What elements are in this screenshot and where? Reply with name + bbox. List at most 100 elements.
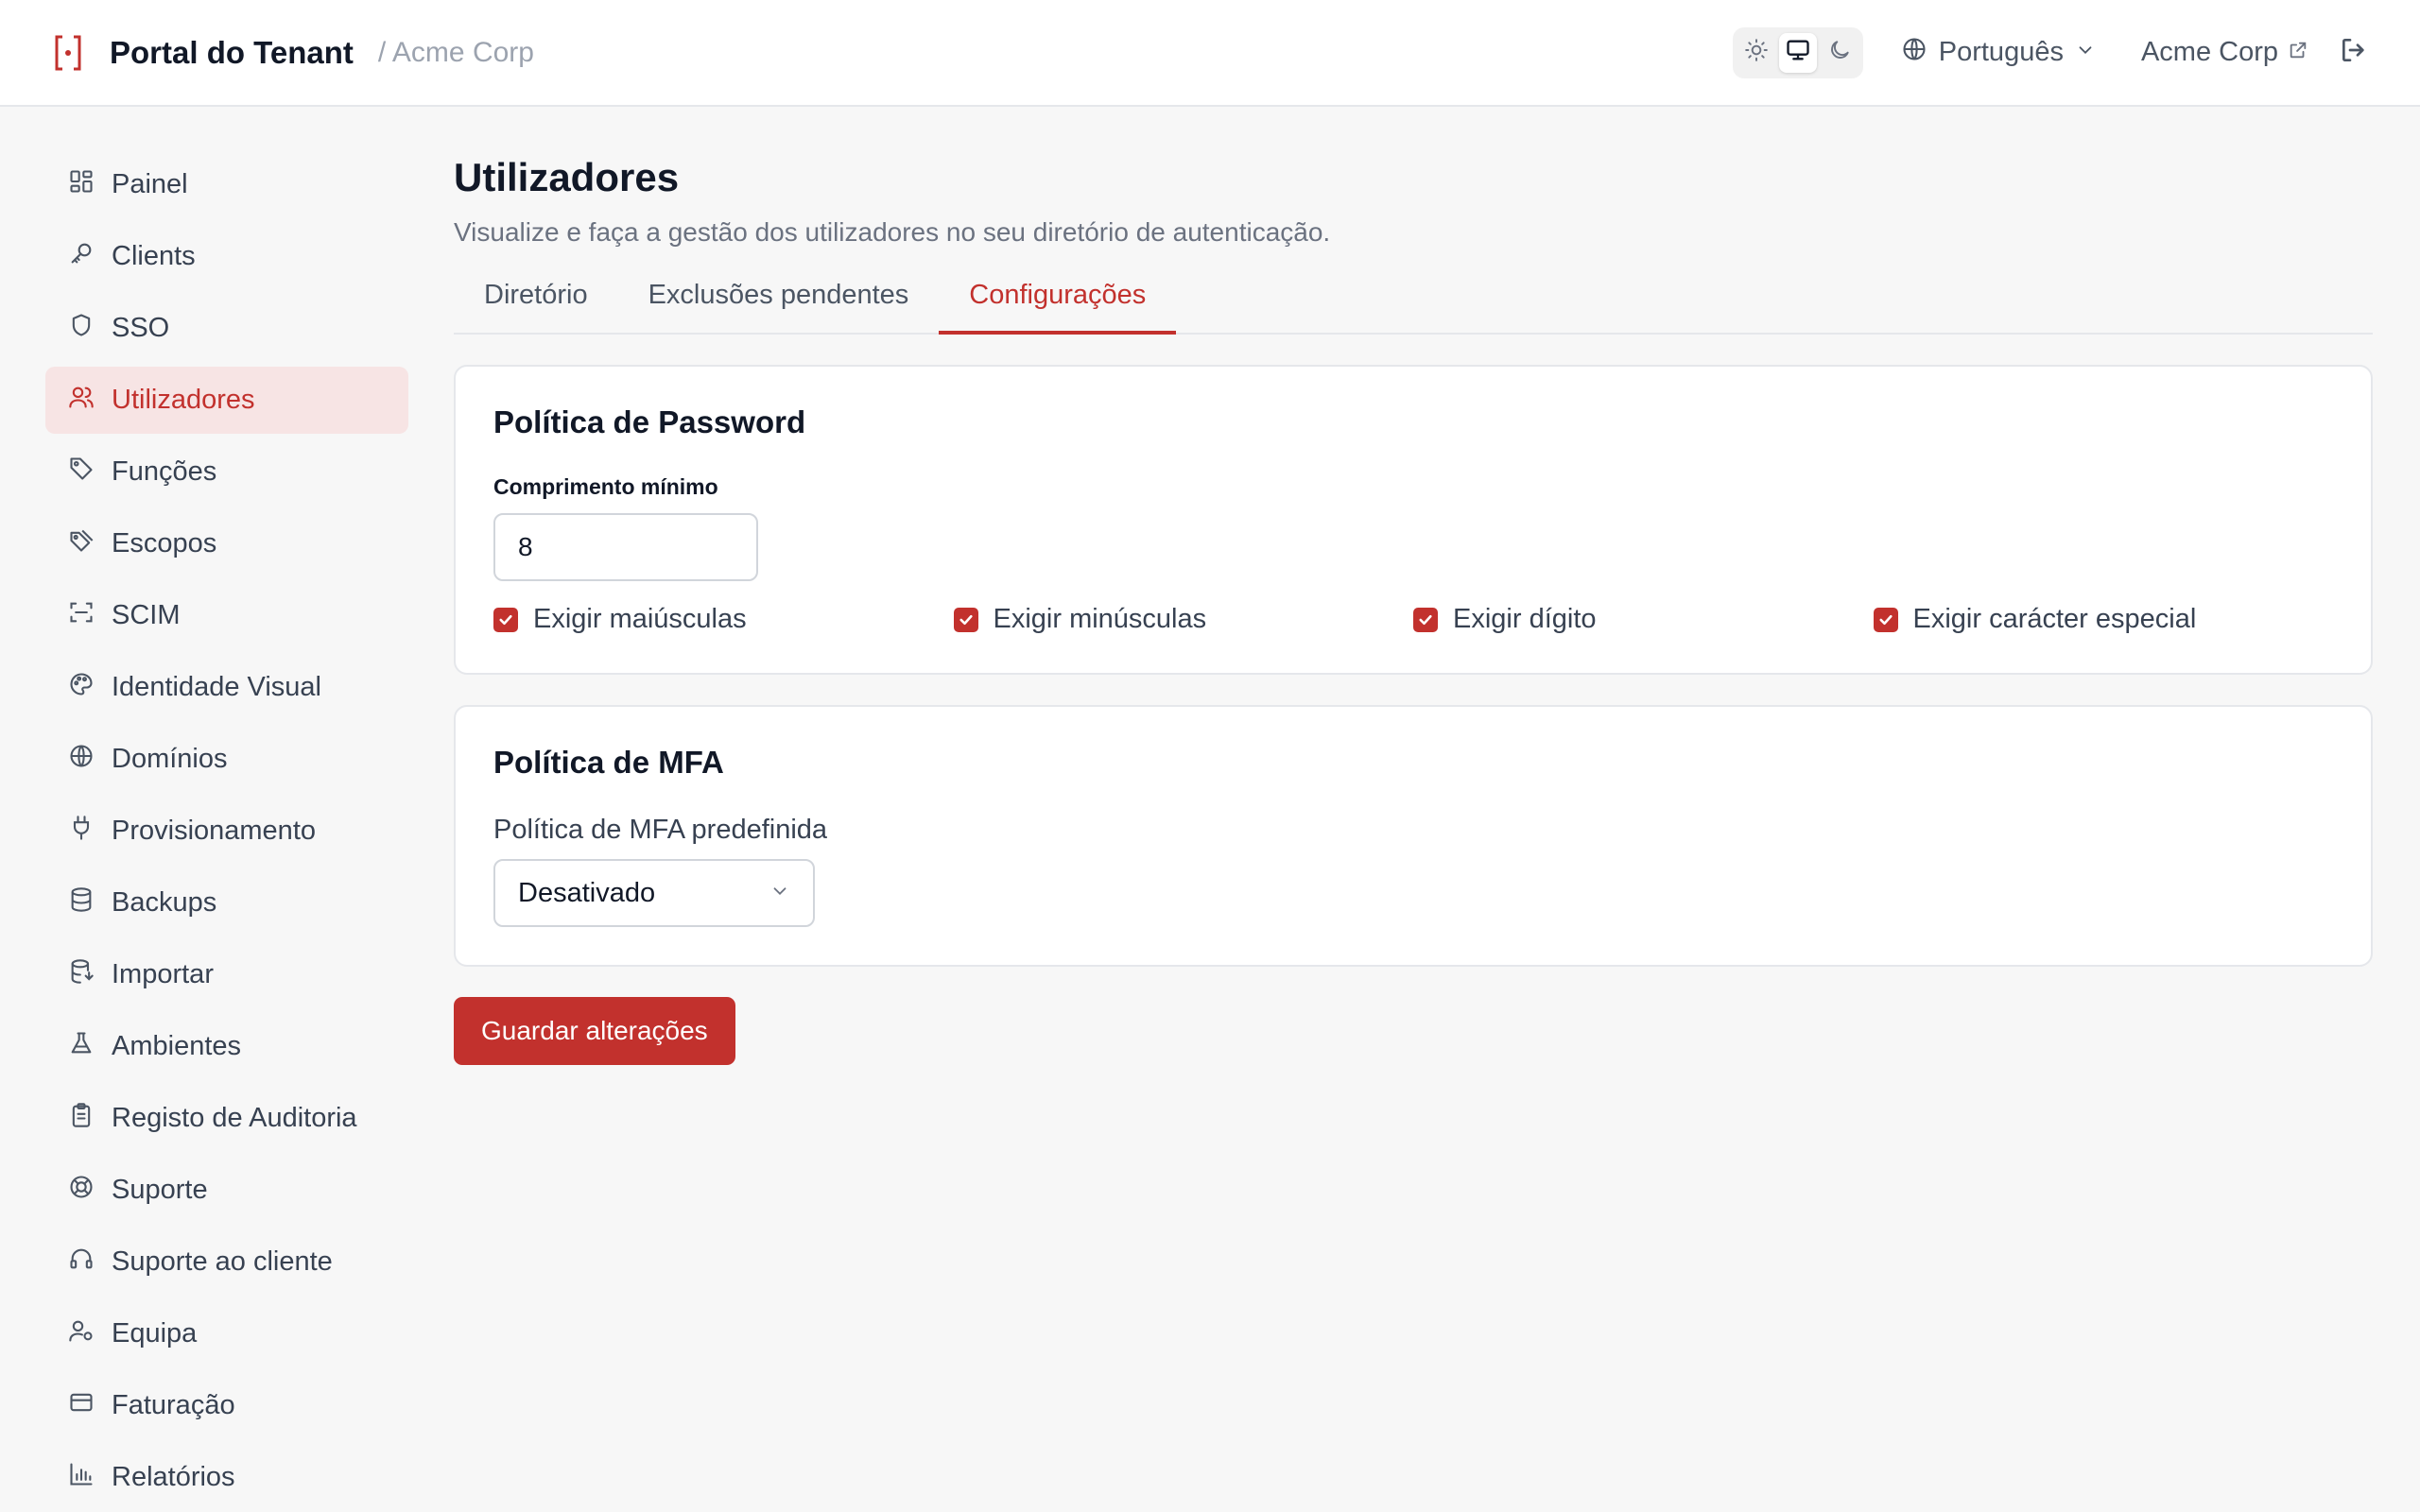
sidebar-item-identidade-visual[interactable]: Identidade Visual (45, 654, 408, 721)
checkbox-label: Exigir dígito (1453, 604, 1597, 634)
sidebar-item-label: SCIM (112, 600, 181, 630)
sidebar-item-painel[interactable]: Painel (45, 151, 408, 218)
plug-icon (68, 815, 95, 849)
sidebar-item-funcoes[interactable]: Funções (45, 438, 408, 506)
sidebar-item-dominios[interactable]: Domínios (45, 726, 408, 793)
sidebar-item-relatorios[interactable]: Relatórios (45, 1444, 408, 1511)
moon-icon (1827, 38, 1852, 67)
tags-icon (68, 527, 95, 561)
mfa-policy-value: Desativado (518, 877, 656, 908)
checkbox-label: Exigir carácter especial (1912, 604, 2197, 634)
sun-icon (1744, 38, 1769, 67)
sidebar-item-label: Suporte ao cliente (112, 1246, 333, 1277)
sidebar-item-utilizadores[interactable]: Utilizadores (45, 367, 408, 434)
sidebar-item-backups[interactable]: Backups (45, 869, 408, 936)
sidebar-item-label: Ambientes (112, 1031, 242, 1061)
tenant-link-label: Acme Corp (2140, 37, 2278, 67)
app-title: Portal do Tenant (110, 34, 354, 70)
tab-exclusoes-pendentes[interactable]: Exclusões pendentes (618, 274, 940, 333)
sidebar-item-label: Escopos (112, 528, 217, 558)
mfa-policy-select[interactable]: Desativado (493, 859, 815, 927)
sidebar-item-label: Importar (112, 959, 214, 989)
theme-dark-button[interactable] (1821, 33, 1858, 73)
page-subtitle: Visualize e faça a gestão dos utilizador… (454, 217, 1331, 247)
theme-system-button[interactable] (1778, 32, 1817, 73)
sidebar-item-label: Provisionamento (112, 816, 316, 846)
sidebar-item-equipa[interactable]: Equipa (45, 1300, 408, 1367)
language-selector[interactable]: Português (1901, 36, 2096, 70)
tab-configuracoes[interactable]: Configurações (939, 274, 1177, 335)
sidebar-item-provisionamento[interactable]: Provisionamento (45, 798, 408, 865)
checkbox-label: Exigir minúsculas (993, 604, 1207, 634)
credit-card-icon (68, 1389, 95, 1423)
main-content: Utilizadores Visualize e faça a gestão d… (454, 151, 2373, 1065)
require-lowercase-checkbox[interactable]: Exigir minúsculas (953, 604, 1414, 635)
sidebar-item-label: Identidade Visual (112, 672, 321, 702)
password-policy-title: Política de Password (493, 404, 806, 439)
password-policy-card: Política de Password Comprimento mínimo … (454, 365, 2373, 675)
sidebar-item-sso[interactable]: SSO (45, 295, 408, 362)
sidebar-item-scim[interactable]: SCIM (45, 582, 408, 649)
sidebar-item-label: Faturação (112, 1390, 235, 1420)
users-icon (68, 384, 95, 418)
require-special-char-checkbox[interactable]: Exigir carácter especial (1873, 604, 2334, 635)
require-digit-checkbox[interactable]: Exigir dígito (1413, 604, 1874, 635)
breadcrumb: / Acme Corp (377, 36, 534, 68)
sidebar-item-label: Painel (112, 169, 188, 199)
save-changes-button[interactable]: Guardar alterações (454, 997, 735, 1065)
key-icon (68, 240, 95, 274)
checkbox-checked-icon (493, 607, 518, 632)
sidebar-item-escopos[interactable]: Escopos (45, 510, 408, 577)
sidebar-item-label: Registo de Auditoria (112, 1103, 357, 1133)
sidebar-item-label: Suporte (112, 1175, 208, 1205)
lifebuoy-icon (68, 1174, 95, 1208)
checkbox-checked-icon (1413, 607, 1438, 632)
sidebar-item-label: SSO (112, 313, 170, 343)
chevron-down-icon (769, 878, 790, 909)
page-title: Utilizadores (454, 155, 680, 199)
dashboard-icon (68, 168, 95, 202)
sidebar-item-label: Funções (112, 456, 217, 487)
sidebar-item-ambientes[interactable]: Ambientes (45, 1013, 408, 1080)
bar-chart-icon (68, 1461, 95, 1495)
top-bar: Portal do Tenant / Acme Corp Português A… (0, 0, 2420, 107)
sidebar-item-clients[interactable]: Clients (45, 223, 408, 290)
checkbox-checked-icon (953, 607, 978, 632)
language-label: Português (1938, 37, 2064, 67)
sidebar-item-label: Utilizadores (112, 385, 255, 415)
sidebar-item-suporte[interactable]: Suporte (45, 1157, 408, 1224)
checkbox-checked-icon (1873, 607, 1898, 632)
scan-icon (68, 599, 95, 633)
globe-icon (68, 743, 95, 777)
external-link-icon (2288, 37, 2308, 68)
sidebar-item-registo-auditoria[interactable]: Registo de Auditoria (45, 1085, 408, 1152)
theme-switcher (1732, 26, 1863, 78)
tenant-external-link[interactable]: Acme Corp (2141, 37, 2308, 68)
sidebar-item-label: Domínios (112, 744, 228, 774)
mfa-default-label: Política de MFA predefinida (493, 815, 828, 845)
sidebar-item-importar[interactable]: Importar (45, 941, 408, 1008)
sidebar-item-faturacao[interactable]: Faturação (45, 1372, 408, 1439)
tag-icon (68, 455, 95, 490)
checkbox-label: Exigir maiúsculas (533, 604, 747, 634)
sidebar-item-label: Relatórios (112, 1462, 235, 1492)
headset-icon (68, 1246, 95, 1280)
globe-icon (1901, 36, 1927, 70)
database-import-icon (68, 958, 95, 992)
shield-icon (68, 312, 95, 346)
mfa-policy-title: Política de MFA (493, 745, 724, 780)
tabs: Diretório Exclusões pendentes Configuraç… (454, 274, 2373, 335)
sidebar-item-label: Equipa (112, 1318, 198, 1349)
min-length-input[interactable] (493, 513, 758, 581)
logout-icon (2339, 35, 2369, 70)
theme-light-button[interactable] (1737, 33, 1775, 73)
require-uppercase-checkbox[interactable]: Exigir maiúsculas (493, 604, 954, 635)
sidebar-item-suporte-cliente[interactable]: Suporte ao cliente (45, 1228, 408, 1296)
monitor-icon (1785, 37, 1811, 68)
tab-diretorio[interactable]: Diretório (454, 274, 618, 333)
chevron-down-icon (2075, 37, 2096, 68)
logout-button[interactable] (2335, 34, 2373, 72)
sidebar: Painel Clients SSO Utilizadores Funções … (45, 151, 408, 1512)
password-requirements: Exigir maiúsculas Exigir minúsculas Exig… (493, 604, 2333, 635)
user-cog-icon (68, 1317, 95, 1351)
